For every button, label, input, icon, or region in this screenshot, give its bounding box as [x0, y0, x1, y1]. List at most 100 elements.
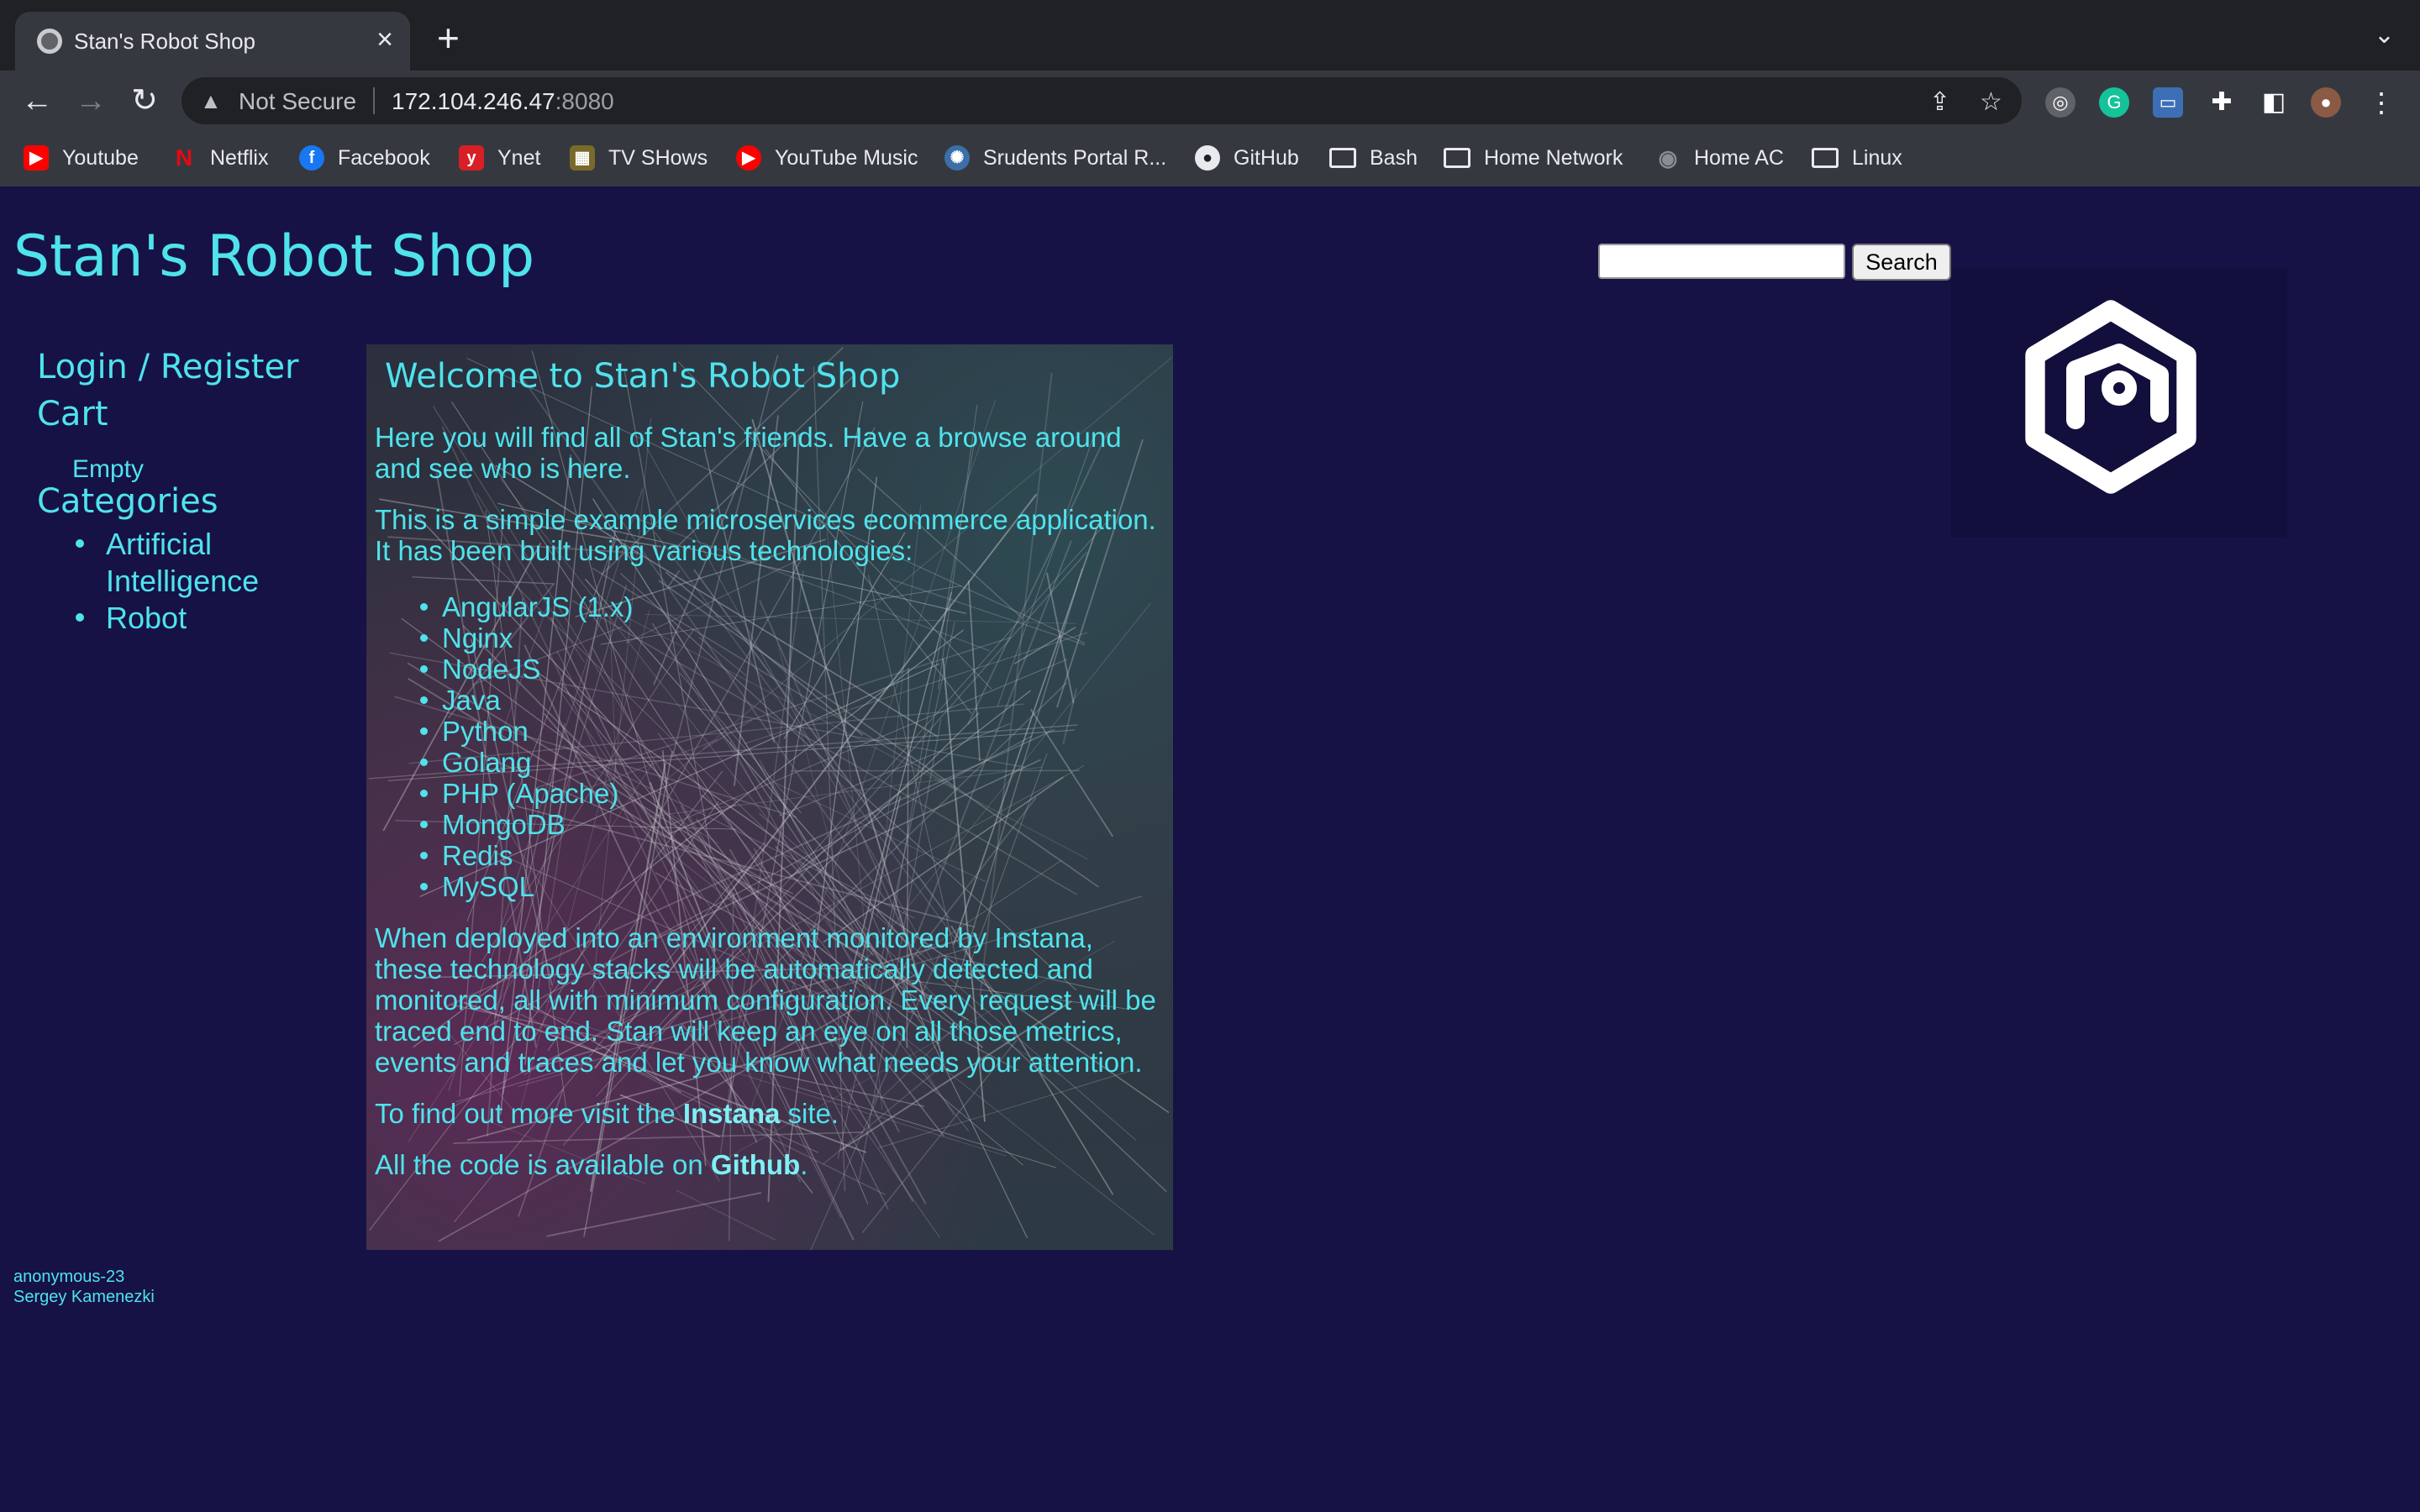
bookmark-label: Linux: [1852, 145, 1902, 170]
url-text[interactable]: 172.104.246.47:8080: [392, 88, 614, 115]
bookmark-youtube-music[interactable]: ▶ YouTube Music: [736, 143, 918, 173]
ac-icon: ◉: [1658, 145, 1678, 171]
bookmark-github[interactable]: ● GitHub: [1195, 143, 1299, 173]
technology-label: Python: [442, 716, 529, 747]
close-tab-icon[interactable]: ×: [376, 24, 393, 56]
bullet: [420, 790, 428, 797]
technology-label: MySQL: [442, 871, 535, 902]
technology-label: Nginx: [442, 622, 513, 654]
grammarly-icon[interactable]: G: [2099, 87, 2129, 118]
bookmark-tv-shows[interactable]: ▦ TV SHows: [570, 143, 708, 173]
intro-text: Here you will find all of Stan's friends…: [375, 422, 1122, 484]
not-secure-label[interactable]: Not Secure: [239, 88, 356, 115]
extensions-puzzle-icon[interactable]: ✚: [2207, 87, 2237, 118]
bookmark-ynet[interactable]: y Ynet: [459, 143, 540, 173]
search-input[interactable]: [1598, 244, 1845, 279]
new-tab-icon[interactable]: +: [437, 15, 460, 60]
bookmark-label: Netflix: [210, 145, 269, 170]
technology-label: Redis: [442, 840, 513, 871]
bullet: [420, 883, 428, 890]
categories-heading: Categories: [37, 482, 218, 521]
menu-kebab-icon[interactable]: ⋮: [2366, 87, 2396, 118]
cart-status: Empty: [72, 455, 145, 483]
youtube-music-icon: ▶: [736, 145, 761, 171]
profile-avatar[interactable]: ●: [2311, 87, 2341, 118]
browser-tab[interactable]: Stan's Robot Shop ×: [15, 12, 410, 71]
facebook-icon: f: [299, 145, 324, 171]
bookmark-label: Facebook: [338, 145, 430, 170]
bookmark-star-icon[interactable]: ☆: [1980, 87, 2002, 117]
technology-label: MongoDB: [442, 809, 566, 840]
footer-user: anonymous-23: [13, 1268, 125, 1286]
extension-glasses-icon[interactable]: ◎: [2045, 87, 2075, 118]
list-item: Golang: [420, 747, 1165, 778]
github-icon: ●: [1195, 145, 1220, 171]
bookmark-bash[interactable]: Bash: [1329, 143, 1418, 173]
category-item-artificial-intelligence[interactable]: Artificial Intelligence: [76, 526, 291, 600]
forward-icon[interactable]: →: [72, 82, 109, 119]
side-panel-icon[interactable]: ◧: [2259, 87, 2289, 118]
extension-card-icon[interactable]: ▭: [2153, 87, 2183, 118]
find-more-suffix: site.: [780, 1098, 839, 1129]
list-item: Nginx: [420, 622, 1165, 654]
url-port: :8080: [555, 88, 614, 114]
search-button[interactable]: Search: [1852, 244, 1951, 281]
bookmark-students-portal[interactable]: ✺ Srudents Portal R...: [944, 143, 1166, 173]
list-item: NodeJS: [420, 654, 1165, 685]
cart-link[interactable]: Cart: [37, 395, 108, 433]
address-bar[interactable]: ▲ Not Secure 172.104.246.47:8080 ⇪ ☆: [182, 77, 2022, 124]
bookmarks-bar: ▶ Youtube N Netflix f Facebook y Ynet ▦ TV SH…: [0, 134, 2420, 181]
bookmark-home-ac[interactable]: ◉ Home AC: [1655, 143, 1784, 173]
bullet: [420, 727, 428, 735]
browser-toolbar: ← → ↻ ▲ Not Secure 172.104.246.47:8080 ⇪…: [0, 71, 2420, 131]
back-icon[interactable]: ←: [18, 82, 55, 119]
technology-label: AngularJS (1.x): [442, 591, 634, 622]
category-label: Robot: [106, 601, 187, 635]
address-separator: [373, 87, 375, 114]
bullet: [420, 696, 428, 704]
category-item-robot[interactable]: Robot: [76, 600, 291, 637]
code-suffix: .: [800, 1149, 808, 1180]
bookmark-youtube[interactable]: ▶ Youtube: [24, 143, 139, 173]
list-item: MySQL: [420, 871, 1165, 902]
portal-icon: ✺: [944, 145, 970, 171]
instana-link[interactable]: Instana: [683, 1098, 781, 1129]
list-item: Python: [420, 716, 1165, 747]
github-link[interactable]: Github: [711, 1149, 800, 1180]
instana-logo-panel: [1951, 269, 2287, 538]
login-register-link[interactable]: Login / Register: [37, 348, 299, 386]
technology-label: PHP (Apache): [442, 778, 619, 809]
reload-icon[interactable]: ↻: [126, 82, 163, 119]
list-item: AngularJS (1.x): [420, 591, 1165, 622]
instana-logo-icon: [2025, 300, 2196, 494]
bullet: [420, 603, 428, 611]
bookmark-label: Srudents Portal R...: [983, 145, 1167, 170]
list-item: PHP (Apache): [420, 778, 1165, 809]
tv-icon: ▦: [570, 145, 595, 171]
bookmark-label: YouTube Music: [775, 145, 918, 170]
tab-search-chevron-icon[interactable]: ⌄: [2374, 20, 2395, 50]
bookmark-label: Youtube: [62, 145, 139, 170]
url-host: 172.104.246.47: [392, 88, 555, 114]
tab-strip: Stan's Robot Shop × + ⌄: [0, 0, 2420, 71]
bullet: [420, 634, 428, 642]
bookmark-home-network[interactable]: Home Network: [1444, 143, 1623, 173]
bookmark-linux[interactable]: Linux: [1812, 143, 1902, 173]
network-line: [676, 1189, 776, 1241]
warning-icon[interactable]: ▲: [200, 88, 222, 114]
robot-favicon-icon: [37, 29, 62, 54]
technology-list: AngularJS (1.x) Nginx NodeJS Java Python…: [420, 591, 1165, 902]
welcome-content: Welcome to Stan's Robot Shop Here you wi…: [375, 344, 1165, 1180]
find-more-prefix: To find out more visit the: [375, 1098, 683, 1129]
site-title[interactable]: Stan's Robot Shop: [13, 223, 534, 290]
monitoring-text: When deployed into an environment monito…: [375, 922, 1156, 1078]
bookmark-label: Home AC: [1694, 145, 1784, 170]
bookmark-netflix[interactable]: N Netflix: [171, 143, 269, 173]
technology-label: Java: [442, 685, 501, 716]
folder-icon: [1329, 148, 1356, 168]
bullet: [420, 852, 428, 859]
bookmark-label: Ynet: [497, 145, 541, 170]
share-icon[interactable]: ⇪: [1929, 87, 1950, 117]
bullet: [420, 821, 428, 828]
bookmark-facebook[interactable]: f Facebook: [299, 143, 430, 173]
